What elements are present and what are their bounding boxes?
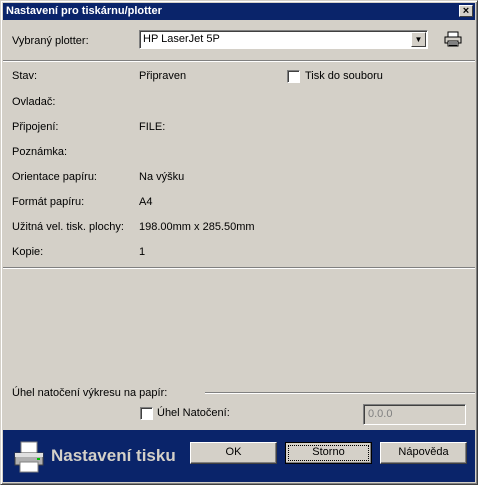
plotter-label: Vybraný plotter: — [12, 35, 89, 47]
divider — [3, 267, 475, 269]
plotter-selected-value: HP LaserJet 5P — [143, 33, 220, 45]
orientation-value: Na výšku — [139, 171, 185, 183]
rotation-checkbox[interactable] — [140, 407, 153, 420]
print-to-file-label[interactable]: Tisk do souboru — [305, 70, 383, 82]
window-title: Nastavení pro tiskárnu/plotter — [6, 5, 162, 17]
printer-properties-icon[interactable] — [444, 31, 462, 47]
printable-area-value: 198.00mm x 285.50mm — [139, 221, 255, 233]
footer-caption: Nastavení tisku — [51, 446, 176, 465]
connection-value: FILE: — [139, 121, 166, 133]
divider — [3, 60, 475, 62]
orientation-label: Orientace papíru: — [12, 171, 97, 183]
rotation-checkbox-label[interactable]: Úhel Natočení: — [157, 407, 230, 419]
status-value: Připraven — [139, 70, 187, 82]
help-button[interactable]: Nápověda — [380, 442, 467, 464]
print-to-file-checkbox[interactable] — [287, 70, 300, 83]
title-bar: Nastavení pro tiskárnu/plotter × — [3, 3, 475, 20]
paper-format-value: A4 — [139, 196, 153, 208]
rotation-group-label: Úhel natočení výkresu na papír: — [12, 387, 168, 399]
paper-format-label: Formát papíru: — [12, 196, 85, 208]
copies-label: Kopie: — [12, 246, 44, 258]
ok-button[interactable]: OK — [190, 442, 277, 464]
chevron-down-icon[interactable]: ▼ — [411, 32, 426, 47]
printable-area-label: Užitná vel. tisk. plochy: — [12, 221, 124, 233]
plotter-select[interactable]: HP LaserJet 5P ▼ — [139, 30, 428, 49]
group-divider — [205, 392, 475, 394]
note-label: Poznámka: — [12, 146, 68, 158]
connection-label: Připojení: — [12, 121, 59, 133]
print-settings-dialog: Nastavení pro tiskárnu/plotter × Vybraný… — [0, 0, 478, 485]
copies-value: 1 — [139, 246, 146, 258]
rotation-angle-field[interactable]: 0.0.0 — [363, 404, 466, 425]
printer-icon — [14, 441, 44, 473]
cancel-button[interactable]: Storno — [285, 442, 372, 464]
driver-label: Ovladač: — [12, 96, 56, 108]
status-label: Stav: — [12, 70, 38, 82]
close-button[interactable]: × — [459, 5, 473, 17]
